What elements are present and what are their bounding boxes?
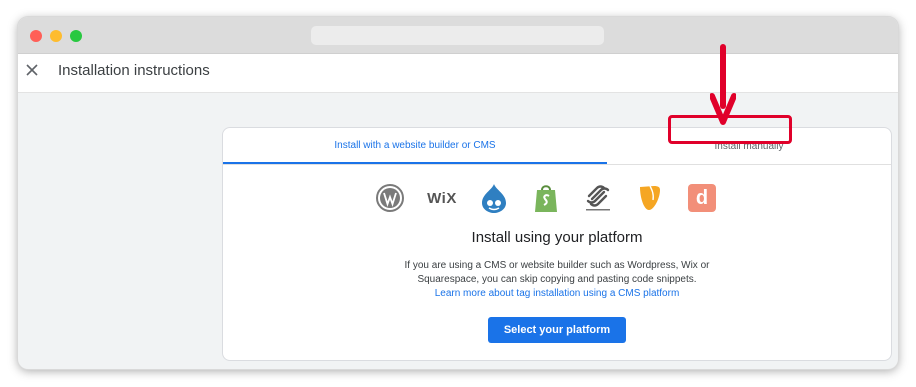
tab-website-builder[interactable]: Install with a website builder or CMS (223, 128, 607, 164)
squarespace-icon (579, 182, 617, 214)
wordpress-icon (371, 182, 409, 214)
close-icon[interactable] (24, 62, 40, 78)
close-window-button[interactable] (30, 30, 42, 42)
maximize-window-button[interactable] (70, 30, 82, 42)
wix-icon: WiX (427, 189, 457, 207)
page-title: Installation instructions (58, 62, 210, 79)
shopify-icon (527, 182, 565, 214)
address-bar[interactable] (311, 26, 604, 45)
tab-install-manually[interactable]: Install manually (607, 128, 891, 164)
learn-more-link[interactable]: Learn more about tag installation using … (387, 287, 727, 301)
tab-bar: Install with a website builder or CMS In… (223, 128, 891, 165)
drupal-icon (475, 182, 513, 214)
duda-icon: d (683, 182, 721, 214)
install-card: Install with a website builder or CMS In… (222, 127, 892, 361)
dialog-header: Installation instructions (18, 54, 898, 93)
description-text: If you are using a CMS or website builde… (404, 260, 710, 285)
typo3-icon (631, 182, 669, 214)
browser-window: Installation instructions Install with a… (18, 17, 898, 369)
select-platform-button[interactable]: Select your platform (488, 317, 626, 343)
platform-logos: WiX d (371, 181, 735, 215)
browser-titlebar (18, 17, 898, 54)
platform-description: If you are using a CMS or website builde… (387, 259, 727, 301)
minimize-window-button[interactable] (50, 30, 62, 42)
annotation-arrow-icon (710, 44, 736, 125)
platform-heading: Install using your platform (471, 229, 643, 246)
